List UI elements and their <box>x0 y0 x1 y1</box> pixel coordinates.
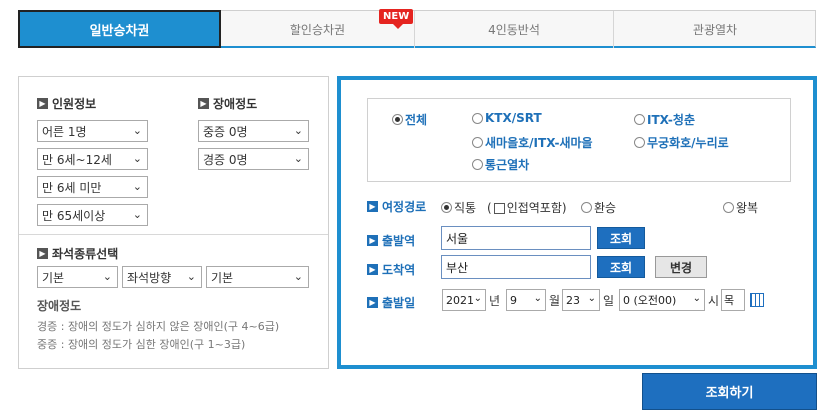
seat-direction-select[interactable]: 좌석방향 ⌄ <box>122 266 202 288</box>
divider <box>19 234 328 235</box>
tab-label: 할인승차권 <box>289 23 346 37</box>
departure-station-input[interactable]: 서울 <box>441 226 591 250</box>
train-itx-cheongchun-radio[interactable]: ITX-청춘 <box>634 111 695 128</box>
checkbox-icon[interactable] <box>493 203 505 214</box>
seat-type-select[interactable]: 기본 ⌄ <box>37 266 118 288</box>
chevron-down-icon: ⌄ <box>293 270 303 283</box>
month-select[interactable]: 9 ⌄ <box>506 289 546 311</box>
calendar-icon[interactable] <box>750 293 764 307</box>
seat-type-title: ▶ 좌석종류선택 <box>37 245 118 262</box>
tab-four-person-seat[interactable]: 4인동반석 <box>415 11 614 48</box>
departure-date-label: ▶ 출발일 <box>367 294 415 311</box>
passenger-info-title: ▶ 인원정보 <box>37 95 96 112</box>
chevron-down-icon: ⌄ <box>533 293 542 304</box>
year-unit: 년 <box>489 294 501 308</box>
radio-icon <box>634 137 645 148</box>
new-badge: NEW <box>379 9 414 29</box>
route-roundtrip-radio[interactable]: 왕복 <box>723 199 758 216</box>
tab-general-ticket[interactable]: 일반승차권 <box>18 10 221 48</box>
chevron-down-icon: ⌄ <box>587 293 596 304</box>
arrow-right-icon: ▶ <box>367 201 378 212</box>
chevron-down-icon: ⌄ <box>132 208 142 221</box>
tab-label: 관광열차 <box>692 23 738 37</box>
severe-disability-select[interactable]: 중증 0명 ⌄ <box>198 120 309 142</box>
tab-label: 일반승차권 <box>89 23 150 39</box>
chevron-down-icon: ⌄ <box>293 124 303 137</box>
arrow-right-icon: ▶ <box>37 98 48 109</box>
train-saemaeul-radio[interactable]: 새마을호/ITX-새마을 <box>472 134 593 151</box>
arrow-right-icon: ▶ <box>367 264 378 275</box>
search-button[interactable]: 조회하기 <box>642 373 817 410</box>
chevron-down-icon: ⌄ <box>132 180 142 193</box>
radio-icon <box>472 112 483 124</box>
adult-select[interactable]: 어른 1명 ⌄ <box>37 120 148 142</box>
chevron-down-icon: ⌄ <box>132 124 142 137</box>
chevron-down-icon: ⌄ <box>132 152 142 165</box>
departure-label: ▶ 출발역 <box>367 232 415 249</box>
train-mugunghwa-radio[interactable]: 무궁화호/누리로 <box>634 134 729 151</box>
infant-select[interactable]: 만 6세 미만 ⌄ <box>37 176 148 198</box>
arrival-label: ▶ 도착역 <box>367 261 415 278</box>
chevron-down-icon: ⌄ <box>186 270 196 283</box>
tab-discount-ticket[interactable]: 할인승차권 NEW <box>221 9 415 48</box>
arrival-lookup-button[interactable]: 조회 <box>597 256 645 278</box>
radio-icon <box>392 114 403 125</box>
senior-select[interactable]: 만 65세이상 ⌄ <box>37 204 148 226</box>
month-unit: 월 <box>549 294 561 308</box>
chevron-down-icon: ⌄ <box>473 293 482 304</box>
severe-note: 중증 : 장애의 정도가 심한 장애인(구 1~3급) <box>37 338 246 351</box>
mild-disability-select[interactable]: 경증 0명 ⌄ <box>198 148 309 170</box>
radio-icon <box>581 202 592 213</box>
day-unit: 일 <box>603 294 615 308</box>
mild-note: 경증 : 장애의 정도가 심하지 않은 장애인(구 4~6급) <box>37 320 280 333</box>
radio-icon <box>634 114 645 125</box>
chevron-down-icon: ⌄ <box>102 270 112 283</box>
swap-stations-button[interactable]: 변경 <box>655 256 707 278</box>
day-select[interactable]: 23 ⌄ <box>562 289 600 311</box>
train-all-radio[interactable]: 전체 <box>392 111 427 128</box>
arrow-right-icon: ▶ <box>367 235 378 246</box>
arrow-right-icon: ▶ <box>37 248 48 259</box>
departure-lookup-button[interactable]: 조회 <box>597 227 645 249</box>
arrival-station-input[interactable]: 부산 <box>441 255 591 279</box>
year-select[interactable]: 2021 ⌄ <box>442 289 486 311</box>
chevron-down-icon: ⌄ <box>293 152 303 165</box>
nearby-station-option[interactable]: (인접역포함) <box>487 199 567 216</box>
passenger-panel: ▶ 인원정보 ▶ 장애정도 어른 1명 ⌄ 만 6세~12세 ⌄ 만 6세 미만 ⌄ … <box>18 76 329 369</box>
route-direct-radio[interactable]: 직통 <box>441 199 476 216</box>
route-transfer-radio[interactable]: 환승 <box>581 199 616 216</box>
radio-icon <box>472 137 483 148</box>
tab-label: 4인동반석 <box>488 23 540 37</box>
seat-position-select[interactable]: 기본 ⌄ <box>206 266 309 288</box>
hour-select[interactable]: 0 (오전00) ⌄ <box>619 289 705 311</box>
weekday-display: 목 <box>721 289 745 311</box>
train-commuter-radio[interactable]: 통근열차 <box>472 156 529 173</box>
radio-icon <box>441 202 452 213</box>
radio-icon <box>723 202 734 213</box>
train-type-box: 전체 KTX/SRT ITX-청춘 새마을호/ITX-새마을 무궁화호/누리로 … <box>367 98 791 182</box>
chevron-down-icon: ⌄ <box>692 293 701 304</box>
disability-title: ▶ 장애정도 <box>198 95 257 112</box>
journey-panel: 전체 KTX/SRT ITX-청춘 새마을호/ITX-새마을 무궁화호/누리로 … <box>337 76 817 369</box>
hour-unit: 시 <box>708 294 720 308</box>
child-select[interactable]: 만 6세~12세 ⌄ <box>37 148 148 170</box>
radio-icon <box>472 159 483 170</box>
route-label: ▶ 여정경로 <box>367 198 426 215</box>
ticket-type-tabs: 일반승차권 할인승차권 NEW 4인동반석 관광열차 <box>18 9 816 48</box>
arrow-right-icon: ▶ <box>198 98 209 109</box>
tab-tourist-train[interactable]: 관광열차 <box>614 11 816 48</box>
arrow-right-icon: ▶ <box>367 297 378 308</box>
train-ktx-radio[interactable]: KTX/SRT <box>472 111 542 125</box>
disability-note-title: 장애정도 <box>37 299 82 313</box>
